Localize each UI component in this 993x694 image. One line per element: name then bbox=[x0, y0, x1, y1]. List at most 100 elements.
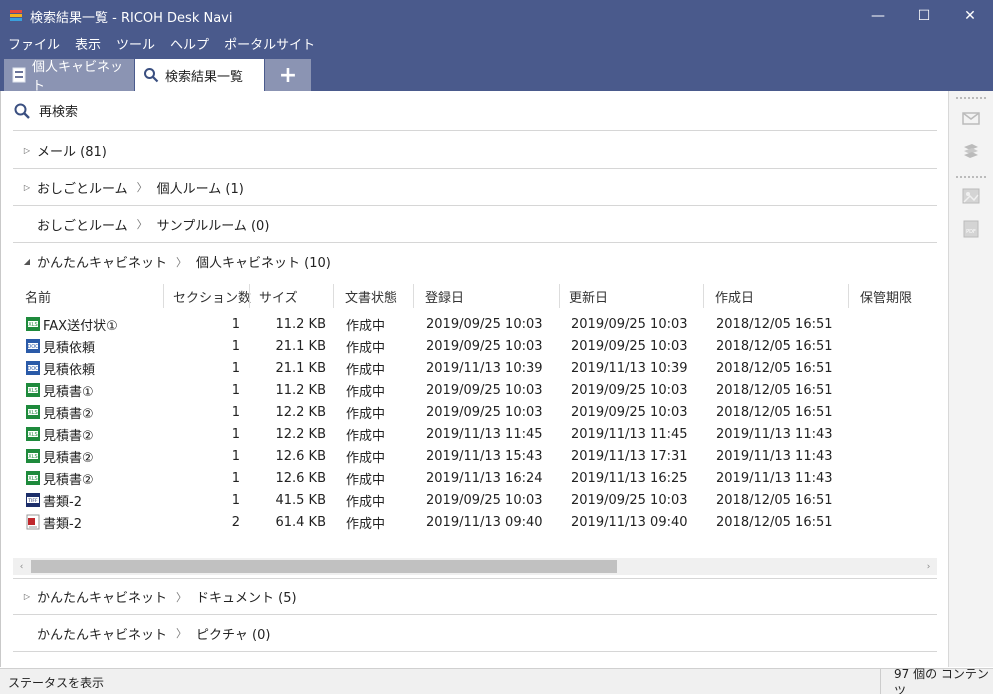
breadcrumb-chevron-icon: 〉 bbox=[176, 590, 188, 604]
scroll-left-button[interactable]: ‹ bbox=[13, 558, 30, 575]
table-row[interactable]: 書類-2 2 61.4 KB 作成中 2019/11/13 09:40 2019/11/1… bbox=[13, 511, 937, 533]
size-cell: 61.4 KB bbox=[275, 514, 326, 530]
group-label: ピクチャ (0) bbox=[196, 627, 271, 643]
svg-text:XLS: XLS bbox=[28, 454, 37, 460]
updated-cell: 2019/11/13 16:25 bbox=[571, 470, 688, 486]
maximize-button[interactable]: ☐ bbox=[901, 0, 947, 32]
tab-personal-cabinet[interactable]: 個人キャビネット bbox=[4, 59, 134, 94]
status-cell: 作成中 bbox=[346, 450, 386, 466]
table-row[interactable]: XLS FAX送付状① 1 11.2 KB 作成中 2019/09/25 10:03 201… bbox=[13, 313, 937, 335]
group-personal-cabinet[interactable]: ◢ かんたんキャビネット 〉 個人キャビネット (10) bbox=[13, 243, 937, 280]
pdf-convert-icon[interactable]: PDF bbox=[961, 219, 981, 239]
file-name: 見積書② bbox=[43, 406, 94, 422]
group-sample-room[interactable]: おしごとルーム 〉 サンプルルーム (0) bbox=[13, 206, 937, 243]
window-title: 検索結果一覧 - RICOH Desk Navi bbox=[30, 10, 233, 26]
sections-cell: 1 bbox=[231, 316, 240, 332]
image-convert-icon[interactable] bbox=[961, 186, 981, 206]
status-cell: 作成中 bbox=[346, 472, 386, 488]
size-cell: 21.1 KB bbox=[275, 360, 326, 376]
close-button[interactable]: ✕ bbox=[947, 0, 993, 32]
name-cell: XLS 見積書① bbox=[25, 379, 94, 401]
svg-text:TIFF: TIFF bbox=[27, 498, 38, 504]
group-label: メール (81) bbox=[37, 144, 107, 160]
expand-caret-icon[interactable]: ▷ bbox=[17, 592, 37, 601]
breadcrumb-chevron-icon: 〉 bbox=[176, 627, 188, 640]
horizontal-scrollbar[interactable]: ‹ › bbox=[13, 558, 937, 575]
group-pictures[interactable]: かんたんキャビネット 〉 ピクチャ (0) bbox=[13, 615, 937, 652]
expand-caret-icon[interactable]: ▷ bbox=[17, 183, 37, 192]
table-row[interactable]: TIFF 書類-2 1 41.5 KB 作成中 2019/09/25 10:03 2019/… bbox=[13, 489, 937, 511]
table-row[interactable]: XLS 見積書① 1 11.2 KB 作成中 2019/09/25 10:03 2019/0… bbox=[13, 379, 937, 401]
status-text: ステータスを表示 bbox=[8, 676, 105, 690]
excel-file-icon: XLS bbox=[25, 316, 41, 332]
created-cell: 2019/11/13 11:43 bbox=[716, 448, 833, 464]
status-bar: ステータスを表示 97 個の コンテンツ bbox=[0, 667, 993, 694]
registered-cell: 2019/11/13 10:39 bbox=[426, 360, 543, 376]
scrollbar-thumb[interactable] bbox=[31, 560, 617, 573]
created-cell: 2019/11/13 11:43 bbox=[716, 426, 833, 442]
column-header-retention[interactable]: 保管期限 bbox=[860, 282, 912, 310]
group-label: 個人キャビネット (10) bbox=[196, 256, 331, 271]
menu-view[interactable]: 表示 bbox=[67, 34, 108, 53]
group-mail[interactable]: ▷ メール (81) bbox=[13, 132, 937, 169]
group-documents[interactable]: ▷ かんたんキャビネット 〉 ドキュメント (5) bbox=[13, 578, 937, 615]
column-header-updated[interactable]: 更新日 bbox=[569, 282, 608, 310]
name-cell: DOC 見積依頼 bbox=[25, 357, 95, 379]
tab-bar: 個人キャビネット 検索結果一覧 + bbox=[0, 54, 993, 94]
menu-file[interactable]: ファイル bbox=[0, 34, 67, 53]
collapse-caret-icon[interactable]: ◢ bbox=[17, 257, 37, 266]
sections-cell: 1 bbox=[231, 470, 240, 486]
status-cell: 作成中 bbox=[346, 362, 386, 378]
table-row[interactable]: XLS 見積書② 1 12.2 KB 作成中 2019/11/13 11:45 2019/1… bbox=[13, 423, 937, 445]
mail-icon[interactable] bbox=[961, 108, 981, 128]
menu-tools[interactable]: ツール bbox=[108, 34, 162, 53]
excel-file-icon: XLS bbox=[25, 426, 41, 442]
svg-text:XLS: XLS bbox=[28, 476, 37, 482]
search-results-pane: 再検索 ▷ メール (81) ▷ おしごとルーム 〉 個人ルーム (1) おしご… bbox=[0, 91, 948, 667]
sections-cell: 1 bbox=[231, 426, 240, 442]
menu-help[interactable]: ヘルプ bbox=[162, 34, 216, 53]
size-cell: 21.1 KB bbox=[275, 338, 326, 354]
minimize-button[interactable]: — bbox=[855, 0, 901, 32]
table-row[interactable]: XLS 見積書② 1 12.2 KB 作成中 2019/09/25 10:03 2019/0… bbox=[13, 401, 937, 423]
updated-cell: 2019/09/25 10:03 bbox=[571, 382, 688, 398]
stack-documents-icon[interactable] bbox=[961, 141, 981, 161]
file-name: 書類-2 bbox=[43, 494, 82, 510]
scroll-right-button[interactable]: › bbox=[920, 558, 937, 575]
breadcrumb-chevron-icon: 〉 bbox=[136, 181, 148, 194]
size-cell: 12.6 KB bbox=[275, 470, 326, 486]
table-row[interactable]: XLS 見積書② 1 12.6 KB 作成中 2019/11/13 16:24 2019/1… bbox=[13, 467, 937, 489]
search-icon bbox=[143, 67, 159, 83]
table-row[interactable]: XLS 見積書② 1 12.6 KB 作成中 2019/11/13 15:43 2019/1… bbox=[13, 445, 937, 467]
tab-label: 検索結果一覧 bbox=[165, 69, 244, 85]
name-cell: 書類-2 bbox=[25, 511, 82, 533]
column-header-size[interactable]: サイズ bbox=[259, 282, 298, 310]
status-cell: 作成中 bbox=[346, 340, 386, 356]
excel-file-icon: XLS bbox=[25, 448, 41, 464]
research-label: 再検索 bbox=[39, 105, 79, 120]
column-header-created[interactable]: 作成日 bbox=[715, 282, 754, 310]
group-personal-room[interactable]: ▷ おしごとルーム 〉 個人ルーム (1) bbox=[13, 169, 937, 206]
app-logo-icon bbox=[10, 10, 22, 21]
name-cell: XLS 見積書② bbox=[25, 445, 94, 467]
table-row[interactable]: DOC 見積依頼 1 21.1 KB 作成中 2019/11/13 10:39 2019/1… bbox=[13, 357, 937, 379]
svg-text:XLS: XLS bbox=[28, 388, 37, 394]
title-bar: 検索結果一覧 - RICOH Desk Navi — ☐ ✕ bbox=[0, 0, 993, 32]
excel-file-icon: XLS bbox=[25, 404, 41, 420]
action-sidebar: PDF bbox=[948, 91, 993, 667]
created-cell: 2018/12/05 16:51 bbox=[716, 514, 833, 530]
file-name: 見積書② bbox=[43, 428, 94, 444]
add-tab-button[interactable]: + bbox=[265, 59, 311, 91]
column-header-sections[interactable]: セクション数 bbox=[173, 282, 251, 310]
menu-portal[interactable]: ポータルサイト bbox=[216, 34, 322, 53]
sections-cell: 1 bbox=[231, 448, 240, 464]
column-header-status[interactable]: 文書状態 bbox=[345, 282, 397, 310]
expand-caret-icon[interactable]: ▷ bbox=[17, 146, 37, 155]
column-header-name[interactable]: 名前 bbox=[25, 282, 51, 310]
research-button[interactable]: 再検索 bbox=[13, 91, 937, 131]
column-header-registered[interactable]: 登録日 bbox=[425, 282, 464, 310]
tab-search-results[interactable]: 検索結果一覧 bbox=[135, 59, 264, 91]
registered-cell: 2019/11/13 11:45 bbox=[426, 426, 543, 442]
table-row[interactable]: DOC 見積依頼 1 21.1 KB 作成中 2019/09/25 10:03 2019/0… bbox=[13, 335, 937, 357]
created-cell: 2018/12/05 16:51 bbox=[716, 382, 833, 398]
